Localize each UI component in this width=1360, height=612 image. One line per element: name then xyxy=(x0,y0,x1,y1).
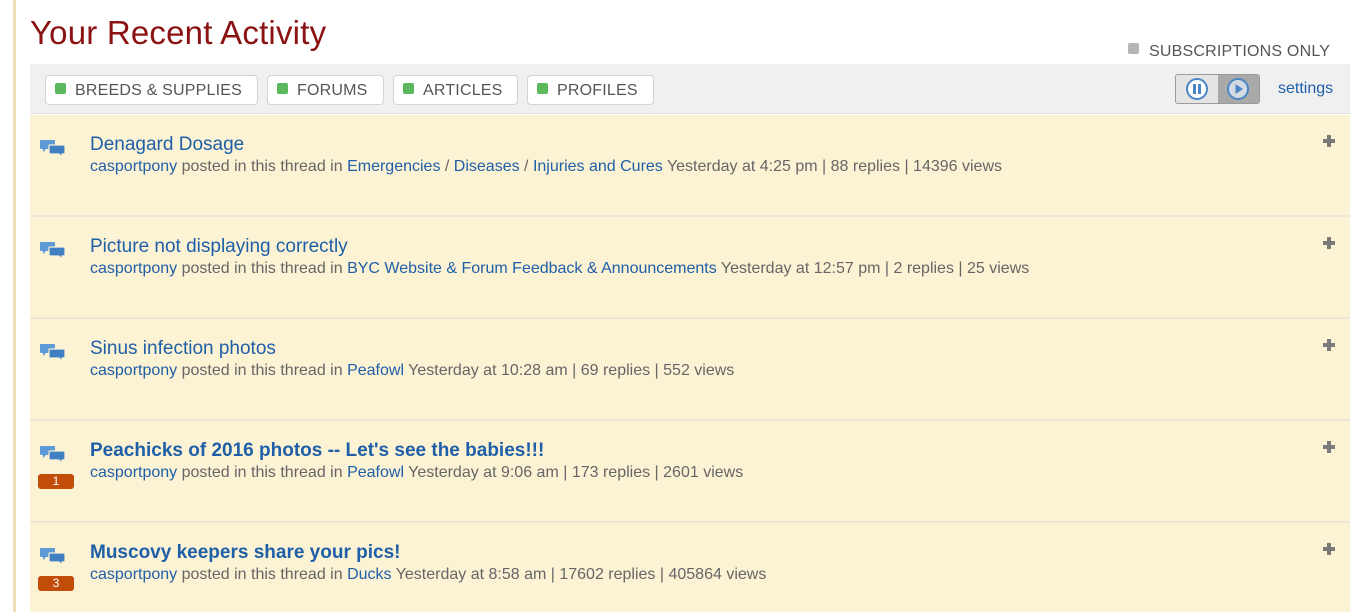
username-link[interactable]: casportpony xyxy=(90,566,177,583)
filter-articles-button[interactable]: ARTICLES xyxy=(393,75,518,105)
posted-phrase: posted in this thread in xyxy=(181,260,343,277)
post-time: Yesterday at 12:57 pm xyxy=(720,260,881,277)
new-posts-badge: 3 xyxy=(38,576,74,591)
post-time: Yesterday at 10:28 am xyxy=(408,362,568,379)
thread-meta: casportpony posted in this thread in Duc… xyxy=(90,566,767,583)
posted-phrase: posted in this thread in xyxy=(181,362,343,379)
play-button[interactable] xyxy=(1217,75,1259,103)
thread-title-link[interactable]: Peachicks of 2016 photos -- Let's see th… xyxy=(90,440,544,462)
posted-phrase: posted in this thread in xyxy=(181,566,343,583)
filter-forums-button[interactable]: FORUMS xyxy=(267,75,384,105)
filter-breeds-supplies-button[interactable]: BREEDS & SUPPLIES xyxy=(45,75,258,105)
thread-title-link[interactable]: Muscovy keepers share your pics! xyxy=(90,542,400,564)
view-count: 552 views xyxy=(663,362,735,379)
expand-plus-icon[interactable] xyxy=(1323,543,1335,555)
thread-meta: casportpony posted in this thread in Pea… xyxy=(90,362,735,379)
thread-title-link[interactable]: Sinus infection photos xyxy=(90,338,276,360)
filter-profiles-button[interactable]: PROFILES xyxy=(527,75,654,105)
posted-phrase: posted in this thread in xyxy=(181,464,343,481)
view-count: 2601 views xyxy=(663,464,744,481)
forum-link[interactable]: BYC Website & Forum Feedback & Announcem… xyxy=(347,260,717,277)
activity-item: Sinus infection photos casportpony posted… xyxy=(30,319,1350,421)
filter-label: BREEDS & SUPPLIES xyxy=(75,82,243,99)
play-icon xyxy=(1227,78,1250,100)
expand-plus-icon[interactable] xyxy=(1323,339,1335,351)
new-posts-badge: 1 xyxy=(38,474,74,489)
filter-on-indicator-icon xyxy=(537,82,548,94)
activity-feed: Denagard Dosage casportpony posted in thi… xyxy=(30,115,1350,612)
filter-on-indicator-icon xyxy=(277,82,288,94)
settings-link[interactable]: settings xyxy=(1278,80,1333,98)
forum-link[interactable]: Peafowl xyxy=(347,362,404,379)
subscriptions-only-label: SUBSCRIPTIONS ONLY xyxy=(1149,43,1331,60)
activity-item: Picture not displaying correctly casportp… xyxy=(30,217,1350,319)
username-link[interactable]: casportpony xyxy=(90,158,177,175)
thread-title-link[interactable]: Picture not displaying correctly xyxy=(90,236,348,258)
view-count: 14396 views xyxy=(913,158,1002,175)
thread-icon xyxy=(40,344,66,362)
checkbox-icon[interactable] xyxy=(1128,42,1139,54)
thread-icon xyxy=(40,140,66,158)
thread-icon xyxy=(40,242,66,260)
post-time: Yesterday at 9:06 am xyxy=(408,464,559,481)
activity-item: Denagard Dosage casportpony posted in thi… xyxy=(30,115,1350,217)
reply-count: 69 replies xyxy=(580,362,651,379)
filter-label: FORUMS xyxy=(297,82,368,99)
subscriptions-only-toggle[interactable]: SUBSCRIPTIONS ONLY xyxy=(1128,42,1331,61)
pause-button[interactable] xyxy=(1176,75,1218,103)
expand-plus-icon[interactable] xyxy=(1323,441,1335,453)
filter-label: ARTICLES xyxy=(423,82,503,99)
activity-filter-bar: BREEDS & SUPPLIES FORUMS ARTICLES PROFIL… xyxy=(30,64,1350,114)
forum-link[interactable]: Emergencies xyxy=(347,158,440,175)
expand-plus-icon[interactable] xyxy=(1323,135,1335,147)
filter-on-indicator-icon xyxy=(403,82,414,94)
thread-icon xyxy=(40,548,66,566)
username-link[interactable]: casportpony xyxy=(90,464,177,481)
thread-meta: casportpony posted in this thread in Pea… xyxy=(90,464,744,481)
reply-count: 17602 replies xyxy=(559,566,656,583)
thread-meta: casportpony posted in this thread in BYC… xyxy=(90,260,1030,277)
posted-phrase: posted in this thread in xyxy=(181,158,343,175)
thread-icon xyxy=(40,446,66,464)
filter-label: PROFILES xyxy=(557,82,638,99)
pause-icon xyxy=(1185,78,1208,100)
left-border-rule xyxy=(13,0,16,612)
stream-playback-control xyxy=(1175,74,1260,104)
post-time: Yesterday at 8:58 am xyxy=(395,566,547,583)
username-link[interactable]: casportpony xyxy=(90,362,177,379)
forum-link[interactable]: Ducks xyxy=(347,566,391,583)
reply-count: 2 replies xyxy=(893,260,954,277)
view-count: 405864 views xyxy=(668,566,767,583)
forum-link[interactable]: Peafowl xyxy=(347,464,404,481)
view-count: 25 views xyxy=(967,260,1030,277)
page-title: Your Recent Activity xyxy=(30,14,327,51)
activity-item: 1 Peachicks of 2016 photos -- Let's see t… xyxy=(30,421,1350,523)
forum-link[interactable]: Injuries and Cures xyxy=(533,158,663,175)
expand-plus-icon[interactable] xyxy=(1323,237,1335,249)
reply-count: 88 replies xyxy=(830,158,900,175)
post-time: Yesterday at 4:25 pm xyxy=(666,158,818,175)
activity-item: 3 Muscovy keepers share your pics! casport… xyxy=(30,523,1350,612)
thread-meta: casportpony posted in this thread in Eme… xyxy=(90,158,1002,175)
reply-count: 173 replies xyxy=(571,464,651,481)
thread-title-link[interactable]: Denagard Dosage xyxy=(90,134,244,156)
filter-on-indicator-icon xyxy=(55,82,66,94)
username-link[interactable]: casportpony xyxy=(90,260,177,277)
forum-link[interactable]: Diseases xyxy=(454,158,520,175)
